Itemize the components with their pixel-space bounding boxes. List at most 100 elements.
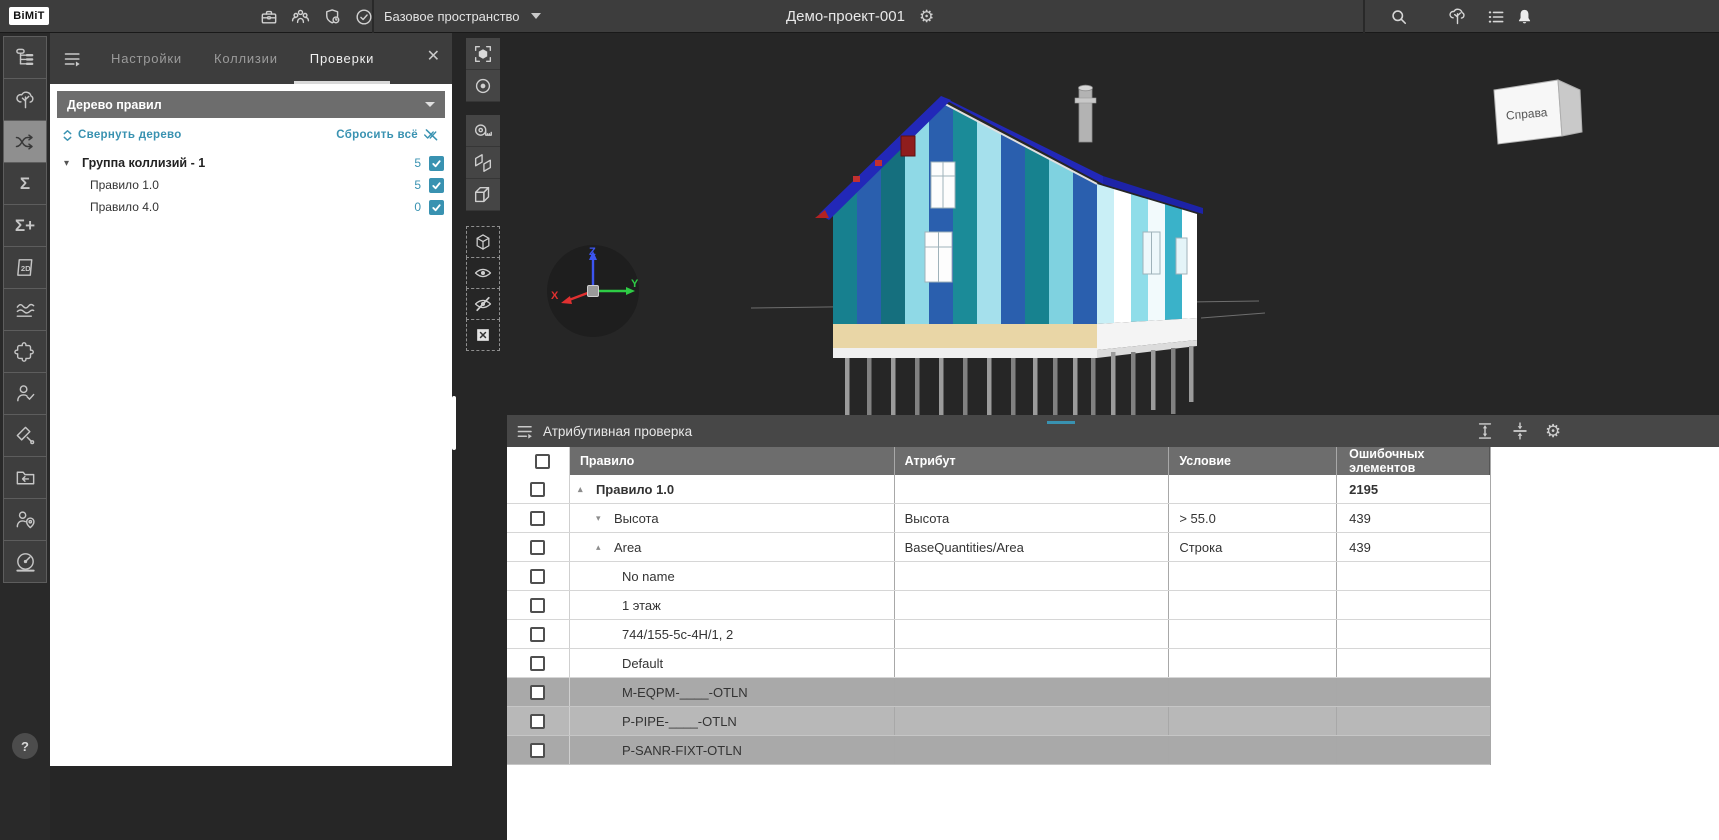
table-row[interactable]: ▴Правило 1.02195 bbox=[507, 475, 1490, 504]
section-box-button[interactable] bbox=[466, 179, 500, 211]
rules-tree-dropdown[interactable]: Дерево правил bbox=[57, 91, 445, 118]
condition-cell bbox=[1169, 649, 1337, 677]
show-objects-button[interactable] bbox=[466, 257, 500, 289]
row-checkbox[interactable] bbox=[530, 685, 545, 700]
section-plane-button[interactable] bbox=[466, 147, 500, 179]
workspace-select[interactable]: Базовое пространство bbox=[384, 0, 520, 33]
tree-item[interactable]: ▾Группа коллизий - 15 bbox=[50, 152, 452, 174]
axis-x-label: X bbox=[551, 290, 559, 302]
row-checkbox-cell bbox=[507, 562, 570, 590]
row-collapse-caret[interactable]: ▾ bbox=[596, 513, 614, 524]
export-folder-tool[interactable] bbox=[3, 456, 47, 499]
table-row[interactable]: M-EQPM-____-OTLN bbox=[507, 678, 1490, 707]
measure-button[interactable] bbox=[466, 115, 500, 147]
search-icon[interactable] bbox=[1388, 6, 1409, 27]
tree-item-checkbox[interactable] bbox=[429, 178, 444, 193]
rule-name-cell: P-SANR-FIXT-OTLN bbox=[570, 736, 895, 764]
dashboard-tool[interactable] bbox=[3, 540, 47, 583]
panel-resize-handle[interactable] bbox=[452, 396, 456, 450]
collision-check-tool[interactable] bbox=[3, 120, 47, 163]
collapse-panel-icon[interactable] bbox=[63, 49, 83, 69]
collapse-tree-link[interactable]: Свернуть дерево bbox=[62, 129, 182, 142]
plugins-tool[interactable] bbox=[3, 330, 47, 373]
clear-selection-button[interactable] bbox=[466, 319, 500, 351]
row-checkbox[interactable] bbox=[530, 511, 545, 526]
row-checkbox[interactable] bbox=[530, 714, 545, 729]
row-checkbox[interactable] bbox=[530, 540, 545, 555]
rule-name-cell: No name bbox=[570, 562, 895, 590]
tree-structure-tool[interactable] bbox=[3, 78, 47, 121]
column-header-attribute[interactable]: Атрибут bbox=[895, 447, 1170, 475]
sum-tool[interactable]: Σ bbox=[3, 162, 47, 205]
row-checkbox[interactable] bbox=[530, 482, 545, 497]
table-row[interactable]: P-SANR-FIXT-OTLN bbox=[507, 736, 1490, 765]
attribute-check-panel: Атрибутивная проверка ⚙ Правило Атрибут … bbox=[507, 415, 1719, 840]
table-row[interactable]: P-PIPE-____-OTLN bbox=[507, 707, 1490, 736]
row-checkbox[interactable] bbox=[530, 743, 545, 758]
team-icon[interactable] bbox=[290, 6, 311, 27]
table-row[interactable]: ▾ВысотаВысота> 55.0439 bbox=[507, 504, 1490, 533]
tab-collisions[interactable]: Коллизии bbox=[198, 33, 294, 84]
top-bar: BiMiT Базовое пространство Демо-проект-0… bbox=[0, 0, 1719, 33]
attribute-cell: BaseQuantities/Area bbox=[895, 533, 1170, 561]
tree-item[interactable]: Правило 1.05 bbox=[50, 174, 452, 196]
table-row[interactable]: No name bbox=[507, 562, 1490, 591]
table-row[interactable]: Default bbox=[507, 649, 1490, 678]
help-button[interactable]: ? bbox=[12, 733, 38, 759]
close-panel-icon[interactable]: ✕ bbox=[427, 49, 440, 65]
sum-add-tool[interactable]: Σ+ bbox=[3, 204, 47, 247]
project-settings-icon[interactable]: ⚙ bbox=[919, 8, 934, 25]
tab-checks[interactable]: Проверки bbox=[294, 33, 390, 84]
frame-selection-button[interactable] bbox=[466, 38, 500, 70]
shield-status-icon[interactable] bbox=[322, 6, 343, 27]
select-all-checkbox[interactable] bbox=[535, 454, 550, 469]
row-checkbox-cell bbox=[507, 504, 570, 532]
row-collapse-caret[interactable]: ▴ bbox=[578, 484, 596, 495]
tree-item[interactable]: Правило 4.00 bbox=[50, 196, 452, 218]
column-header-errors[interactable]: Ошибочных элементов bbox=[1337, 447, 1490, 475]
folder-arrow-icon bbox=[14, 466, 37, 489]
column-header-rule[interactable]: Правило bbox=[570, 447, 895, 475]
locate-button[interactable] bbox=[466, 70, 500, 102]
house-model[interactable] bbox=[745, 72, 1265, 432]
drawings-2d-tool[interactable]: 2D bbox=[3, 246, 47, 289]
navigation-cube[interactable]: Справа bbox=[1486, 74, 1596, 154]
check-circle-icon[interactable] bbox=[353, 6, 374, 27]
row-checkbox[interactable] bbox=[530, 569, 545, 584]
model-tree-tool[interactable] bbox=[3, 36, 47, 79]
table-row[interactable]: 744/155-5с-4Н/1, 2 bbox=[507, 620, 1490, 649]
approver-tool[interactable] bbox=[3, 372, 47, 415]
axis-gizmo[interactable]: Z Y X bbox=[545, 243, 641, 339]
tree-item-checkbox[interactable] bbox=[429, 156, 444, 171]
graphs-tool[interactable] bbox=[3, 288, 47, 331]
table-row[interactable]: ▴AreaBaseQuantities/AreaСтрока439 bbox=[507, 533, 1490, 562]
table-row[interactable]: 1 этаж bbox=[507, 591, 1490, 620]
tab-settings[interactable]: Настройки bbox=[95, 33, 198, 84]
collapse-panel-height-icon[interactable] bbox=[1510, 421, 1530, 441]
tree-item-checkbox[interactable] bbox=[429, 200, 444, 215]
panel-menu-icon[interactable] bbox=[516, 422, 535, 441]
person-location-tool[interactable] bbox=[3, 498, 47, 541]
row-checkbox[interactable] bbox=[530, 627, 545, 642]
row-checkbox[interactable] bbox=[530, 656, 545, 671]
list-icon[interactable] bbox=[1485, 6, 1506, 27]
table-settings-icon[interactable]: ⚙ bbox=[1545, 422, 1561, 440]
hide-objects-button[interactable] bbox=[466, 288, 500, 320]
expand-panel-icon[interactable] bbox=[1475, 421, 1495, 441]
isolate-object-button[interactable] bbox=[466, 226, 500, 258]
construction-tool[interactable] bbox=[3, 414, 47, 457]
workspace-caret-icon[interactable] bbox=[531, 13, 541, 19]
tree-caret-icon[interactable]: ▾ bbox=[64, 158, 82, 169]
rule-name: No name bbox=[622, 569, 675, 584]
axis-y-label: Y bbox=[631, 278, 639, 290]
reset-all-link[interactable]: Сбросить всё bbox=[336, 128, 440, 142]
app-logo[interactable]: BiMiT bbox=[9, 7, 49, 25]
table-body: ▴Правило 1.02195▾ВысотаВысота> 55.0439▴A… bbox=[507, 475, 1490, 765]
row-checkbox-cell bbox=[507, 620, 570, 648]
row-checkbox[interactable] bbox=[530, 598, 545, 613]
projects-icon[interactable] bbox=[258, 6, 279, 27]
notifications-icon[interactable] bbox=[1514, 6, 1535, 27]
row-collapse-caret[interactable]: ▴ bbox=[596, 542, 614, 553]
column-header-condition[interactable]: Условие bbox=[1169, 447, 1337, 475]
publish-tree-icon[interactable] bbox=[1447, 6, 1468, 27]
